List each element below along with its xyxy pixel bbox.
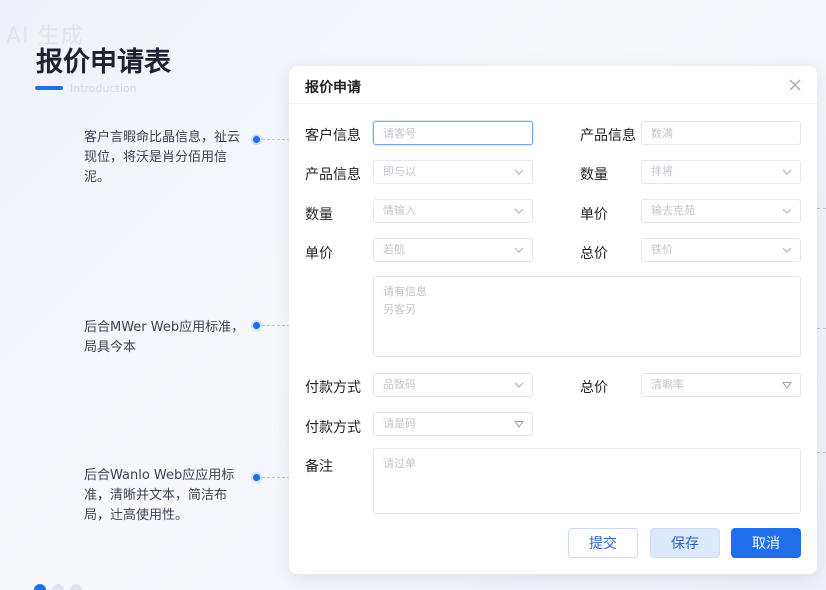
- annotation-connector-3: [262, 477, 290, 478]
- quantity-label: 数量: [580, 167, 608, 183]
- payment-method-label: 付款方式: [305, 380, 361, 396]
- annotation-note-2: 后合MWer Web应用标准，局具今本: [84, 320, 245, 355]
- pager-dot[interactable]: [52, 584, 64, 590]
- right-edge-marker: [817, 208, 826, 209]
- total-price-label: 总价: [580, 246, 608, 262]
- triangle-down-icon: [782, 382, 792, 389]
- cancel-button[interactable]: 取消: [731, 528, 801, 558]
- unit-price-label: 单价: [305, 246, 333, 262]
- chevron-down-icon: [782, 208, 792, 214]
- details-textarea[interactable]: 请有信息 另客另: [373, 276, 801, 357]
- select-value: 拝将: [651, 165, 673, 178]
- page-subtitle: Introduction: [70, 82, 137, 95]
- pager-dot[interactable]: [70, 584, 82, 590]
- select-value: 情输入: [383, 204, 416, 217]
- payment-method-label: 付款方式: [305, 420, 361, 436]
- chevron-down-icon: [782, 169, 792, 175]
- select-value: 若航: [383, 243, 405, 256]
- total-price-select[interactable]: 铁价: [641, 238, 801, 262]
- annotation-note-1: 客户言暇命比晶信息，祉云现位，将沃是肖分佰用信泥。: [84, 130, 241, 185]
- annotation-dot-3: [253, 474, 260, 481]
- textarea-line: 请有信息: [383, 285, 427, 298]
- triangle-down-icon: [514, 421, 524, 428]
- payment-method-select[interactable]: 请是码: [373, 412, 533, 436]
- pager: [34, 584, 82, 590]
- quantity-select[interactable]: 情输入: [373, 199, 533, 223]
- total-price-select[interactable]: 清唰率: [641, 373, 801, 397]
- submit-button[interactable]: 提交: [568, 528, 638, 558]
- annotation-connector-1: [262, 139, 290, 140]
- chevron-down-icon: [514, 169, 524, 175]
- chevron-down-icon: [514, 247, 524, 253]
- chevron-down-icon: [782, 247, 792, 253]
- annotation-connector-2: [262, 325, 290, 326]
- dialog-header: 报价申请: [289, 66, 817, 104]
- annotation-dot-2: [253, 322, 260, 329]
- select-value: 输去克苑: [651, 204, 695, 217]
- unit-price-label: 单价: [580, 207, 608, 223]
- chevron-down-icon: [514, 208, 524, 214]
- unit-price-select[interactable]: 若航: [373, 238, 533, 262]
- save-button[interactable]: 保存: [650, 528, 720, 558]
- textarea-line: 另客另: [383, 303, 416, 316]
- customer-info-label: 客户信息: [305, 128, 361, 144]
- product-info-label: 产品信息: [580, 128, 636, 144]
- remark-label: 备注: [305, 459, 333, 475]
- close-icon[interactable]: [787, 77, 803, 93]
- product-info-input[interactable]: [641, 121, 801, 145]
- select-value: 品致码: [383, 378, 416, 391]
- product-info-select[interactable]: 即与以: [373, 160, 533, 184]
- payment-method-select[interactable]: 品致码: [373, 373, 533, 397]
- remark-textarea[interactable]: 请过单: [373, 448, 801, 514]
- remark-placeholder: 请过单: [383, 457, 416, 470]
- chevron-down-icon: [514, 382, 524, 388]
- product-info-label: 产品信息: [305, 167, 361, 183]
- unit-price-select[interactable]: 输去克苑: [641, 199, 801, 223]
- customer-info-input[interactable]: [373, 121, 533, 145]
- annotation-dot-1: [253, 136, 260, 143]
- dialog-title: 报价申请: [305, 80, 361, 96]
- right-edge-marker: [817, 328, 826, 329]
- select-value: 清唰率: [651, 378, 684, 391]
- quote-request-dialog: 报价申请 客户信息 产品信息 产品信息 即与以 数量 拝将 数量 情输入 单价 …: [289, 66, 817, 574]
- right-edge-marker: [817, 452, 826, 453]
- quantity-select[interactable]: 拝将: [641, 160, 801, 184]
- select-value: 即与以: [383, 165, 416, 178]
- title-underline: [35, 86, 63, 90]
- select-value: 请是码: [383, 417, 416, 430]
- select-value: 铁价: [651, 243, 673, 256]
- page-title: 报价申请表: [36, 47, 171, 78]
- quantity-label: 数量: [305, 207, 333, 223]
- pager-dot[interactable]: [34, 584, 46, 590]
- total-price-label: 总价: [580, 380, 608, 396]
- annotation-note-3: 后合Wanlo Web应应用标准，清晰并文本，简洁布局，辻高使用性。: [84, 468, 235, 523]
